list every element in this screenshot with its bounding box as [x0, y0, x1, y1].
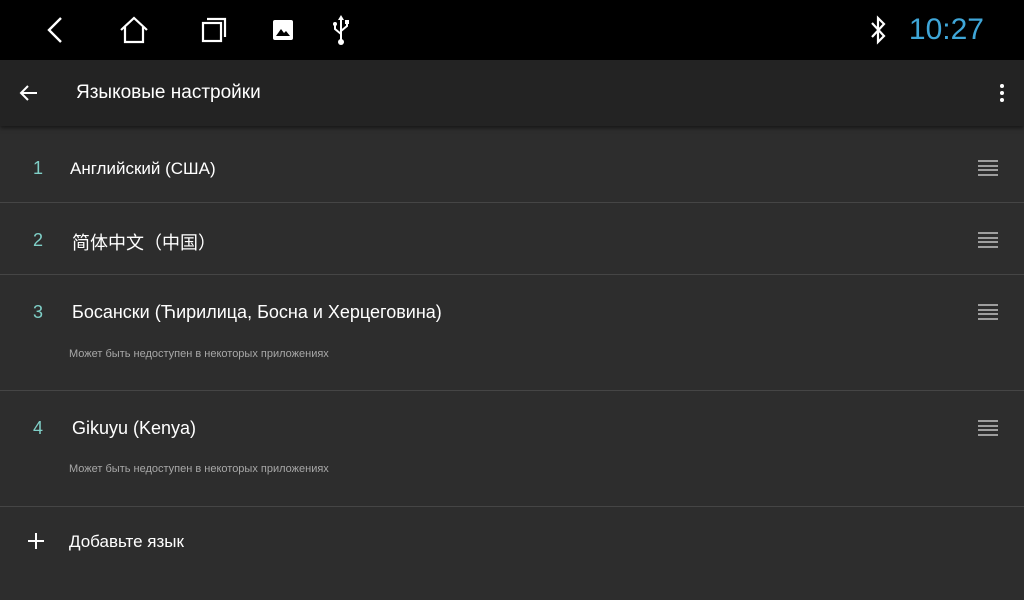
- plus-icon: [26, 531, 46, 551]
- drag-handle-icon[interactable]: [978, 420, 998, 436]
- page-title: Языковые настройки: [76, 82, 261, 103]
- language-list: 1 Английский (США) 2 简体中文（中国） 3 Босански…: [0, 126, 1024, 579]
- recent-apps-icon[interactable]: [194, 10, 234, 50]
- language-index: 2: [32, 230, 43, 250]
- usb-icon: [321, 10, 361, 50]
- add-language-button[interactable]: Добавьте язык: [0, 507, 1024, 579]
- gallery-icon[interactable]: [263, 10, 303, 50]
- language-name: 简体中文（中国）: [72, 233, 216, 253]
- language-item-3[interactable]: 3 Босански (Ћирилица, Босна и Херцеговин…: [0, 275, 1024, 391]
- language-item-1[interactable]: 1 Английский (США): [0, 126, 1024, 203]
- language-index: 3: [32, 302, 43, 322]
- drag-handle-icon[interactable]: [978, 232, 998, 248]
- language-note: Может быть недоступен в некоторых прилож…: [69, 463, 329, 475]
- back-arrow-icon[interactable]: [10, 74, 48, 112]
- language-name: Gikuyu (Kenya): [72, 418, 197, 438]
- language-name: Босански (Ћирилица, Босна и Херцеговина): [72, 302, 442, 322]
- drag-handle-icon[interactable]: [978, 304, 998, 320]
- bluetooth-icon: [858, 10, 898, 50]
- status-bar: 10:27: [0, 0, 1024, 60]
- clock: 10:27: [908, 13, 984, 46]
- home-icon[interactable]: [114, 10, 154, 50]
- app-bar: Языковые настройки: [0, 60, 1024, 126]
- language-item-4[interactable]: 4 Gikuyu (Kenya) Может быть недоступен в…: [0, 391, 1024, 507]
- drag-handle-icon[interactable]: [978, 160, 998, 176]
- add-language-label: Добавьте язык: [69, 532, 184, 551]
- language-index: 1: [32, 158, 43, 178]
- back-nav-icon[interactable]: [35, 10, 75, 50]
- language-index: 4: [32, 418, 43, 438]
- language-name: Английский (США): [70, 159, 216, 178]
- language-item-2[interactable]: 2 简体中文（中国）: [0, 203, 1024, 275]
- language-note: Может быть недоступен в некоторых прилож…: [69, 348, 329, 360]
- more-options-icon[interactable]: [988, 74, 1016, 112]
